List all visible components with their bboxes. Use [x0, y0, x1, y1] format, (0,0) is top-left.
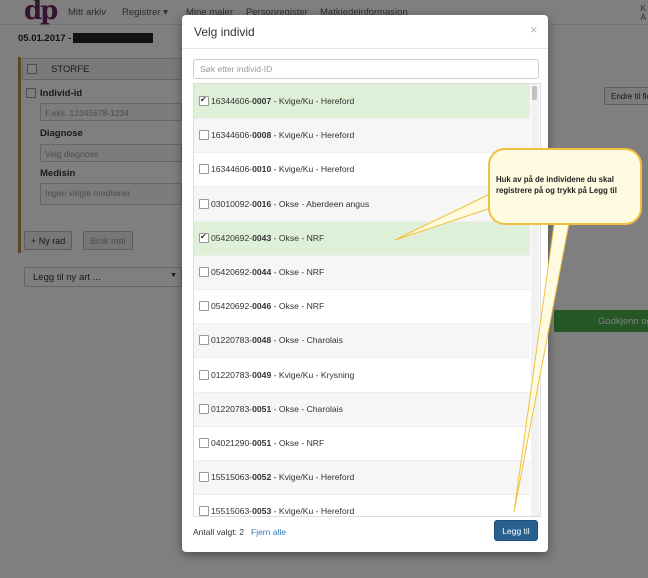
row-checkbox[interactable]	[199, 403, 209, 414]
selected-count: Antall valgt: 2	[193, 527, 245, 537]
individ-search-input[interactable]	[193, 59, 539, 79]
add-button[interactable]: Legg til	[494, 520, 538, 541]
individual-label: 16344606-0007 - Kvige/Ku - Hereford	[211, 96, 355, 106]
row-checkbox[interactable]	[199, 95, 209, 106]
row-checkbox[interactable]	[199, 335, 209, 346]
individual-label: 04021290-0051 - Okse - NRF	[211, 438, 325, 448]
modal-header: Velg individ ×	[182, 15, 548, 49]
list-item[interactable]: 16344606-0008 - Kvige/Ku - Hereford	[194, 118, 530, 154]
list-item[interactable]: 01220783-0049 - Kvige/Ku - Krysning	[194, 358, 530, 393]
list-item[interactable]: 03010092-0016 - Okse - Aberdeen angus	[194, 186, 530, 222]
individual-list: 15515063-0053 - Kvige/Ku - Hereford 15515…	[193, 83, 541, 517]
remove-all-link[interactable]: Fjern alle	[251, 527, 286, 537]
list-item[interactable]: 16344606-0010 - Kvige/Ku - Hereford	[194, 152, 530, 188]
list-item[interactable]: 01220783-0048 - Okse - Charolais	[194, 323, 530, 359]
row-checkbox[interactable]	[199, 164, 209, 175]
list-item[interactable]: 15515063-0052 - Kvige/Ku - Hereford	[194, 460, 530, 496]
list-item[interactable]: 16344606-0007 - Kvige/Ku - Hereford	[194, 84, 530, 119]
list-item[interactable]: 01220783-0051 - Okse - Charolais	[194, 391, 530, 427]
row-checkbox[interactable]	[199, 438, 209, 448]
list-item[interactable]: 05420692-0046 - Okse - NRF	[194, 289, 530, 325]
row-checkbox[interactable]	[199, 301, 209, 312]
row-checkbox[interactable]	[199, 472, 209, 483]
individual-label: 05420692-0044 - Okse - NRF	[211, 267, 325, 277]
individual-label: 16344606-0008 - Kvige/Ku - Hereford	[211, 130, 355, 141]
list-scrollbar[interactable]	[531, 84, 539, 516]
individual-label: 01220783-0049 - Kvige/Ku - Krysning	[211, 369, 355, 380]
list-item[interactable]: 04021290-0051 - Okse - NRF	[194, 426, 530, 461]
row-checkbox[interactable]	[199, 130, 209, 141]
individual-label: 01220783-0048 - Okse - Charolais	[211, 335, 343, 346]
close-icon[interactable]: ×	[530, 22, 538, 37]
individual-label: 05420692-0046 - Okse - NRF	[211, 301, 325, 312]
list-item[interactable]: 15515063-0053 - Kvige/Ku - Hereford	[194, 494, 530, 517]
individual-label: 01220783-0051 - Okse - Charolais	[211, 403, 343, 414]
individual-label: 16344606-0010 - Kvige/Ku - Hereford	[211, 164, 355, 175]
row-checkbox[interactable]	[199, 267, 209, 277]
row-checkbox[interactable]	[199, 198, 209, 209]
list-item[interactable]: 05420692-0044 - Okse - NRF	[194, 255, 530, 290]
select-individual-modal: Velg individ × 15515063-0053 - Kvige/Ku …	[182, 15, 548, 552]
individual-label: 15515063-0052 - Kvige/Ku - Hereford	[211, 472, 355, 483]
individual-label: 05420692-0043 - Okse - NRF	[211, 232, 325, 243]
callout-text: Huk av på de individene du skal registre…	[496, 175, 617, 195]
row-checkbox[interactable]	[199, 506, 209, 516]
list-item[interactable]: 05420692-0043 - Okse - NRF	[194, 220, 530, 256]
individual-label: 15515063-0053 - Kvige/Ku - Hereford	[211, 506, 355, 517]
modal-title: Velg individ	[194, 25, 255, 39]
scrollbar-thumb[interactable]	[532, 86, 537, 100]
row-checkbox[interactable]	[199, 369, 209, 380]
row-checkbox[interactable]	[199, 232, 209, 243]
individual-label: 03010092-0016 - Okse - Aberdeen angus	[211, 198, 370, 209]
